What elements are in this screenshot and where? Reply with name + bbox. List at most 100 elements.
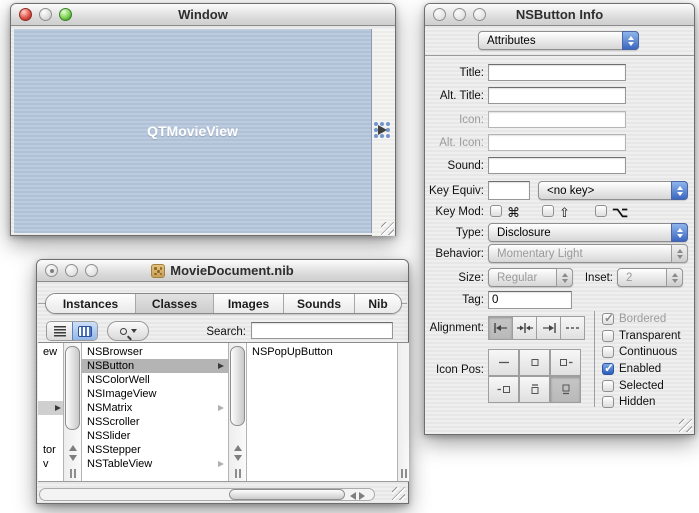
list-item[interactable]: tor — [38, 443, 63, 457]
icon-pos-icon-below-button[interactable] — [519, 376, 550, 403]
align-center-button[interactable] — [512, 316, 537, 340]
nib-window-titlebar[interactable]: MovieDocument.nib — [37, 260, 408, 282]
header-separator — [425, 55, 694, 56]
scroll-down-arrow-icon[interactable] — [233, 455, 242, 465]
list-item[interactable]: NSImageView — [82, 387, 228, 401]
type-popup-value: Disclosure — [497, 226, 551, 239]
transparent-checkbox[interactable] — [602, 330, 614, 342]
selected-checkbox[interactable] — [602, 380, 614, 392]
drag-handle-arrow-icon — [378, 125, 387, 135]
column-view-button[interactable] — [72, 322, 97, 340]
alt-icon-label: Alt. Icon: — [439, 137, 484, 149]
desktop: Window QTMovieView MovieDocument.nib Ins… — [0, 0, 699, 513]
column-1-scrollbar[interactable] — [63, 343, 82, 481]
pane-selector-popup[interactable]: Attributes — [478, 31, 639, 50]
list-item[interactable]: NSTableView — [82, 457, 228, 471]
tab-nib[interactable]: Nib — [354, 294, 401, 313]
key-mod-shift-checkbox[interactable] — [542, 205, 554, 217]
drag-handle-dots-icon[interactable] — [374, 122, 392, 140]
design-window-titlebar[interactable]: Window — [11, 4, 395, 26]
popup-stepper-icon — [671, 223, 688, 242]
column-2-scrollbar[interactable] — [228, 343, 247, 481]
icon-pos-title-only-button[interactable] — [488, 349, 519, 376]
list-item[interactable]: NSColorWell — [82, 373, 228, 387]
tab-classes[interactable]: Classes — [135, 294, 213, 313]
enabled-label: Enabled — [619, 363, 662, 375]
list-view-button[interactable] — [47, 322, 72, 340]
type-popup[interactable]: Disclosure — [488, 223, 688, 242]
icon-pos-icon-left-icon — [559, 359, 572, 366]
align-right-icon — [542, 323, 556, 333]
scroll-up-arrow-icon[interactable] — [233, 441, 242, 451]
column-resize-handle[interactable] — [400, 469, 407, 478]
list-item[interactable] — [38, 401, 63, 415]
bordered-checkbox: ✓ — [602, 311, 615, 325]
search-options-button[interactable] — [107, 321, 149, 341]
list-item[interactable]: NSStepper — [82, 443, 228, 457]
scroll-left-arrow-icon[interactable] — [346, 492, 356, 500]
icon-pos-icon-right-button[interactable] — [488, 376, 519, 403]
scrollbar-thumb[interactable] — [229, 489, 345, 500]
scroll-up-arrow-icon[interactable] — [68, 441, 77, 451]
qtmovieview-canvas[interactable]: QTMovieView — [14, 29, 372, 233]
inset-label: Inset: — [584, 272, 613, 284]
align-natural-button[interactable] — [560, 316, 585, 340]
list-item[interactable]: NSSlider — [82, 429, 228, 443]
view-mode-segmented-control — [46, 321, 98, 341]
browser-horizontal-scrollbar[interactable] — [39, 488, 375, 501]
key-mod-option-checkbox[interactable] — [595, 205, 607, 217]
scrollbar-thumb[interactable] — [65, 346, 80, 430]
icon-pos-icon-only-button[interactable] — [519, 349, 550, 376]
dropdown-arrow-icon — [130, 329, 137, 333]
inspector-resize-grip[interactable] — [679, 419, 692, 432]
nib-window-resize-grip[interactable] — [392, 487, 405, 500]
title-field[interactable] — [488, 64, 626, 81]
command-symbol: ⌘ — [507, 205, 520, 220]
list-item[interactable]: ew — [38, 345, 63, 359]
list-item-selected[interactable]: NSButton — [82, 359, 228, 373]
browser-column-3: NSPopUpButton — [247, 343, 397, 481]
tab-images[interactable]: Images — [213, 294, 283, 313]
align-left-button[interactable] — [488, 316, 513, 340]
list-item[interactable]: NSScroller — [82, 415, 228, 429]
icon-pos-icon-above-button[interactable] — [550, 376, 581, 403]
list-item-label: v — [43, 458, 49, 470]
enabled-checkbox[interactable]: ✓ — [602, 361, 614, 375]
key-mod-command-checkbox[interactable] — [490, 205, 502, 217]
list-item[interactable]: NSMatrix — [82, 401, 228, 415]
tag-field[interactable] — [488, 291, 572, 309]
tab-sounds[interactable]: Sounds — [283, 294, 354, 313]
column-resize-handle[interactable] — [69, 469, 76, 478]
alt-title-field[interactable] — [488, 87, 626, 104]
nib-document-icon — [151, 264, 166, 278]
window-right-gutter — [372, 29, 395, 236]
hidden-checkbox[interactable] — [602, 396, 614, 408]
key-equiv-popup[interactable]: <no key> — [538, 181, 688, 200]
design-window-resize-grip[interactable] — [381, 222, 394, 235]
align-right-button[interactable] — [536, 316, 561, 340]
sound-field[interactable] — [488, 157, 626, 174]
list-item[interactable]: NSBrowser — [82, 345, 228, 359]
scroll-right-arrow-icon[interactable] — [359, 492, 369, 500]
align-natural-icon — [565, 327, 579, 329]
key-equiv-field[interactable] — [488, 181, 530, 200]
alt-icon-field — [488, 134, 626, 151]
hidden-label: Hidden — [619, 396, 656, 408]
inspector-titlebar[interactable]: NSButton Info — [425, 4, 694, 26]
icon-pos-icon-left-button[interactable] — [550, 349, 581, 376]
scrollbar-thumb[interactable] — [230, 346, 245, 426]
tab-instances[interactable]: Instances — [46, 294, 135, 313]
list-item[interactable]: NSPopUpButton — [247, 345, 397, 359]
list-item[interactable]: v — [38, 457, 63, 471]
tab-label: Images — [227, 296, 270, 311]
column-3-scrollbar[interactable] — [397, 343, 409, 481]
list-item-label: NSBrowser — [87, 346, 143, 358]
checkmark-icon: ✓ — [604, 311, 615, 325]
scroll-down-arrow-icon[interactable] — [68, 455, 77, 465]
inspector-window: NSButton Info Attributes Title: Alt. Tit… — [424, 3, 695, 435]
continuous-checkbox[interactable] — [602, 346, 614, 358]
search-input[interactable] — [251, 322, 393, 339]
key-equiv-popup-value: <no key> — [547, 184, 595, 197]
column-resize-handle[interactable] — [234, 469, 241, 478]
disclosure-arrow-icon — [218, 460, 224, 467]
